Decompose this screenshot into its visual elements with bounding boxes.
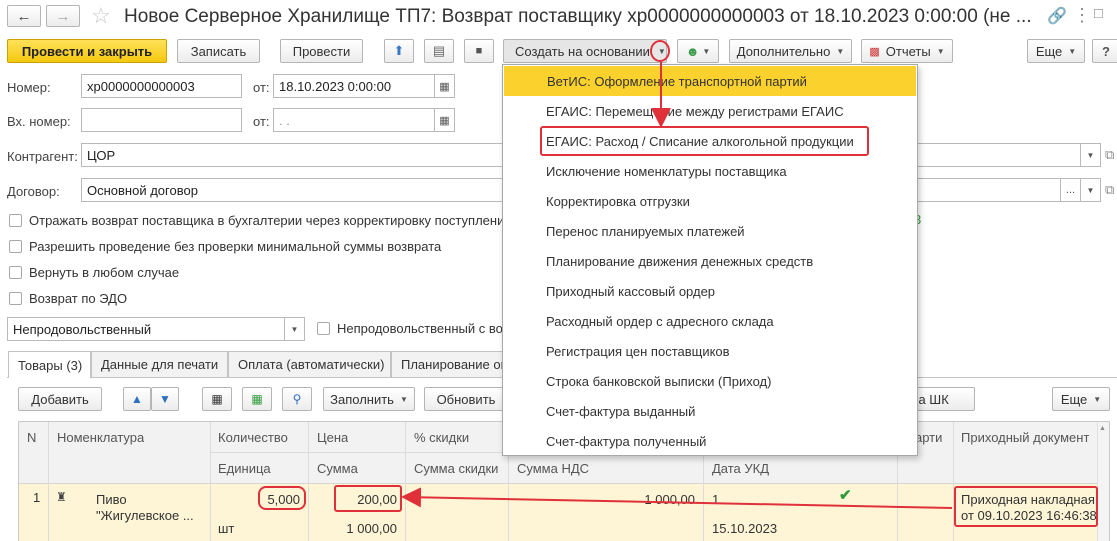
annotation-arrows xyxy=(401,62,953,509)
annotation-arrow-left xyxy=(401,487,953,509)
